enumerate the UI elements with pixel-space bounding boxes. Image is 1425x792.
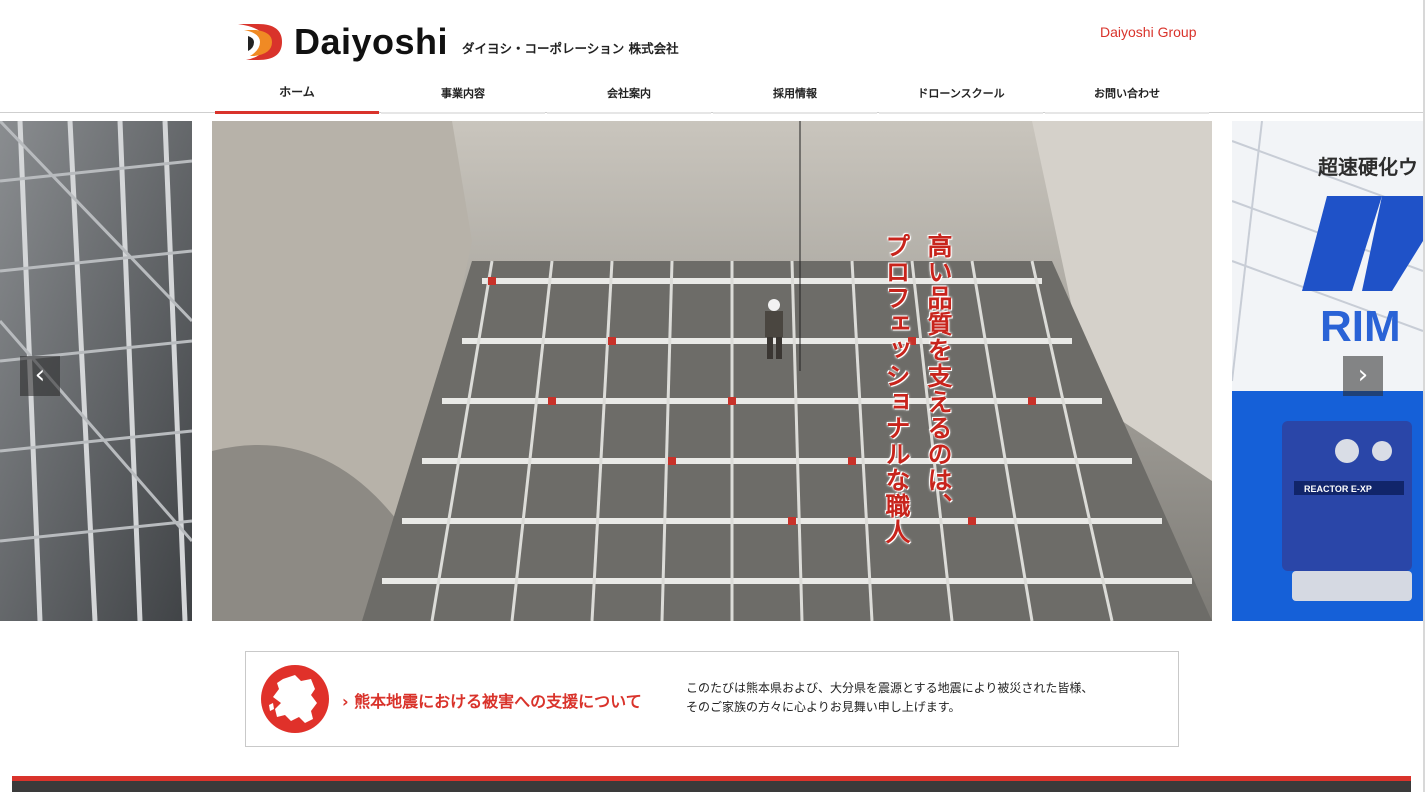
daiyoshi-group-link[interactable]: Daiyoshi Group <box>1100 24 1197 40</box>
slide-next[interactable]: RIM REACTOR E-XP 超速硬化ウ <box>1232 121 1423 621</box>
scaffolding-site-photo <box>212 121 1212 621</box>
notice-message-line-2: そのご家族の方々に心よりお見舞い申し上げます。 <box>686 700 961 714</box>
daiyoshi-logo-mark-icon <box>238 24 282 60</box>
brand-name: Daiyoshi <box>294 21 449 62</box>
notice-message-line-1: このたびは熊本県および、大分県を震源とする地震により被災された皆様、 <box>686 681 1094 695</box>
catchcopy-line-2: プロフェッショナルな職人 <box>882 233 911 545</box>
machine-label: REACTOR E-XP <box>1304 484 1372 494</box>
slider-next-button[interactable]: › <box>1343 356 1383 396</box>
hero-slider: 高い品質を支えるのは、 プロフェッショナルな職人 RIM REACTOR E-X… <box>0 121 1425 621</box>
chevron-right-icon: › <box>342 692 349 711</box>
nav-item-home[interactable]: ホーム <box>215 78 379 114</box>
next-slide-title: 超速硬化ウ <box>1318 155 1418 179</box>
logo[interactable]: Daiyoshi ダイヨシ・コーポレーション 株式会社 <box>236 20 679 64</box>
main-nav: ホーム 事業内容 会社案内 採用情報 ドローンスクール お問い合わせ <box>214 78 1210 114</box>
nav-item-company[interactable]: 会社案内 <box>547 78 711 114</box>
slider-prev-button[interactable]: ‹ <box>20 356 60 396</box>
earthquake-support-notice: › 熊本地震における被害への支援について このたびは熊本県および、大分県を震源と… <box>245 651 1179 747</box>
nav-item-drone-school[interactable]: ドローンスクール <box>879 78 1043 114</box>
chevron-right-icon: › <box>1357 360 1369 390</box>
chevron-left-icon: ‹ <box>34 360 46 390</box>
catchcopy-line-1: 高い品質を支えるのは、 <box>924 233 953 519</box>
earthquake-support-link[interactable]: › 熊本地震における被害への支援について <box>342 688 642 712</box>
next-slide-brand: RIM <box>1320 302 1401 351</box>
product-promo-image: RIM REACTOR E-XP <box>1232 121 1423 621</box>
nav-item-business[interactable]: 事業内容 <box>381 78 545 114</box>
kumamoto-map-icon <box>261 665 329 733</box>
notice-message: このたびは熊本県および、大分県を震源とする地震により被災された皆様、 そのご家族… <box>686 679 1156 717</box>
hero-catchcopy: 高い品質を支えるのは、 プロフェッショナルな職人 <box>880 233 954 545</box>
footer-bar <box>12 781 1411 792</box>
slide-current[interactable]: 高い品質を支えるのは、 プロフェッショナルな職人 <box>212 121 1212 621</box>
notice-title-text: 熊本地震における被害への支援について <box>354 692 642 711</box>
nav-item-contact[interactable]: お問い合わせ <box>1045 78 1209 114</box>
brand-subtitle: ダイヨシ・コーポレーション 株式会社 <box>462 40 679 56</box>
nav-item-recruit[interactable]: 採用情報 <box>713 78 877 114</box>
